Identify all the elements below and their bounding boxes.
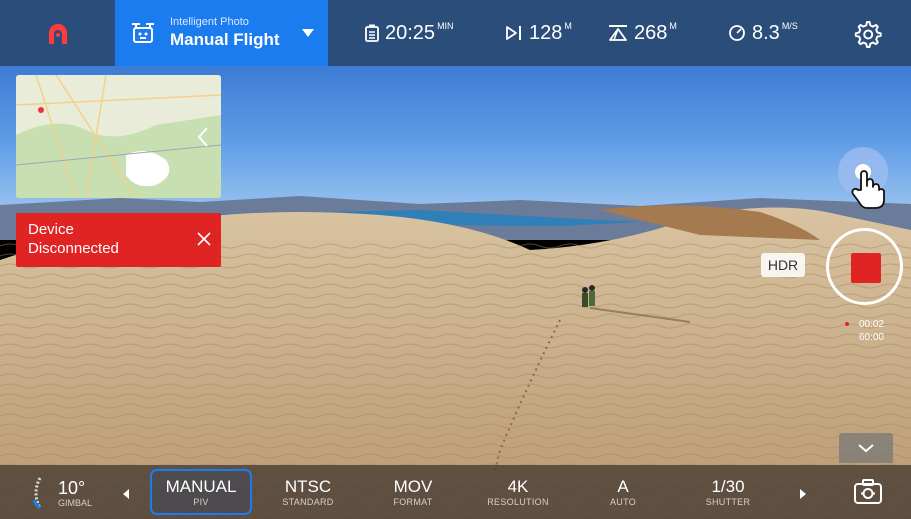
gimbal-value: 10° <box>58 478 86 498</box>
param-shutter-value: 1/30 <box>711 477 745 496</box>
param-shutter[interactable]: 1/30 SHUTTER <box>685 469 771 515</box>
record-button[interactable] <box>826 228 903 305</box>
recording-elapsed: 00:02 <box>858 319 884 330</box>
battery-icon <box>365 24 379 42</box>
gimbal-indicator[interactable]: 10° GIMBAL <box>30 473 92 513</box>
distance-value: 128 <box>529 21 563 44</box>
param-piv-value: MANUAL <box>165 477 237 496</box>
altitude-stat: 268 M <box>608 0 677 66</box>
param-standard-value: NTSC <box>284 477 332 496</box>
flight-mode-selector[interactable]: Intelligent Photo Manual Flight <box>115 0 328 66</box>
param-format-value: MOV <box>393 477 433 496</box>
chevron-left-icon[interactable] <box>195 126 211 148</box>
camera-settings-bar: 10° GIMBAL MANUAL PIV NTSC STANDARD MOV … <box>0 465 911 519</box>
recording-time: 00:02 60:00 <box>846 318 884 344</box>
gimbal-arc-icon <box>32 477 42 510</box>
flight-time-stat: 20:25 MIN <box>365 0 454 66</box>
param-piv[interactable]: MANUAL PIV <box>150 469 252 515</box>
speed-icon <box>729 25 745 41</box>
speed-value: 8.3 <box>752 21 780 44</box>
param-standard[interactable]: NTSC STANDARD <box>265 469 351 515</box>
camera-switch-icon[interactable] <box>853 478 883 506</box>
mini-map[interactable] <box>16 75 221 198</box>
close-icon[interactable] <box>197 232 211 246</box>
altitude-unit: M <box>669 21 677 31</box>
caret-right-icon[interactable] <box>800 489 806 499</box>
param-format[interactable]: MOV FORMAT <box>370 469 456 515</box>
caret-down-icon <box>302 29 314 37</box>
device-disconnected-alert: Device Disconnected <box>16 213 221 267</box>
gimbal-label: GIMBAL <box>58 498 93 508</box>
param-resolution-value: 4K <box>507 477 529 496</box>
caret-left-icon[interactable] <box>123 489 129 499</box>
flight-time-value: 20:25 <box>385 21 436 44</box>
param-auto-value: A <box>617 477 629 496</box>
collapse-panel-button[interactable] <box>839 433 893 463</box>
recording-total: 60:00 <box>858 332 884 343</box>
distance-unit: M <box>564 21 572 31</box>
param-auto-label: AUTO <box>609 497 637 507</box>
param-piv-label: PIV <box>193 497 209 507</box>
param-auto[interactable]: A AUTO <box>580 469 666 515</box>
mode-subtitle: Intelligent Photo <box>170 16 249 28</box>
param-resolution-label: RESOLUTION <box>487 497 549 507</box>
mode-title: Manual Flight <box>170 30 280 49</box>
drone-icon <box>132 23 154 43</box>
speed-stat: 8.3 M/S <box>728 0 798 66</box>
param-resolution[interactable]: 4K RESOLUTION <box>475 469 561 515</box>
altitude-icon <box>609 25 627 41</box>
speed-unit: M/S <box>781 21 798 31</box>
param-format-label: FORMAT <box>393 497 433 507</box>
flight-time-unit: MIN <box>437 21 454 31</box>
param-shutter-label: SHUTTER <box>705 497 751 507</box>
distance-stat: 128 M <box>505 0 572 66</box>
app-logo[interactable] <box>0 0 115 66</box>
settings-gear-icon[interactable] <box>852 19 882 49</box>
stop-record-icon <box>851 253 881 283</box>
hdr-button[interactable]: HDR <box>761 253 805 277</box>
param-standard-label: STANDARD <box>282 497 334 507</box>
distance-icon <box>506 26 521 40</box>
chevron-down-icon <box>858 444 874 453</box>
app-logo-icon <box>48 24 67 44</box>
alert-message: Device Disconnected <box>28 221 119 257</box>
altitude-value: 268 <box>634 21 668 44</box>
hand-pointer-icon <box>851 170 885 209</box>
